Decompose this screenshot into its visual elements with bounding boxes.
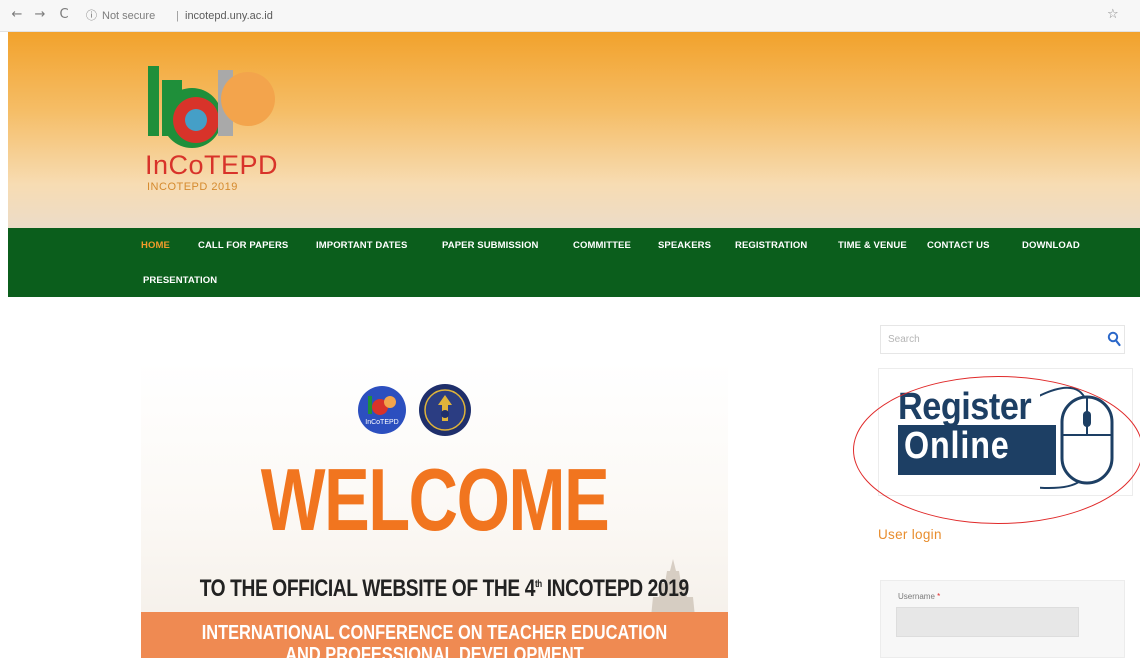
- search-placeholder: Search: [888, 334, 920, 345]
- conference-band: INTERNATIONAL CONFERENCE ON TEACHER EDUC…: [141, 612, 728, 658]
- logo-subtitle: INCOTEPD 2019: [147, 181, 238, 193]
- username-label-text: Username: [898, 592, 935, 601]
- nav-presentation[interactable]: PRESENTATION: [143, 275, 217, 286]
- site-header: InCoTEPD INCOTEPD 2019: [8, 32, 1140, 228]
- logo-title[interactable]: InCoTEPD: [145, 150, 278, 181]
- nav-speakers[interactable]: SPEAKERS: [658, 240, 711, 251]
- nav-download[interactable]: DOWNLOAD: [1022, 240, 1080, 251]
- nav-registration[interactable]: REGISTRATION: [735, 240, 807, 251]
- username-field[interactable]: [896, 607, 1079, 637]
- nav-contact-us[interactable]: CONTACT US: [927, 240, 990, 251]
- forward-icon[interactable]: →: [33, 8, 47, 22]
- search-input[interactable]: Search: [880, 325, 1125, 354]
- conference-name-line2: AND PROFESSIONAL DEVELOPMENT: [285, 644, 584, 658]
- address-separator: |: [176, 10, 179, 22]
- main-navigation: HOME CALL FOR PAPERS IMPORTANT DATES PAP…: [8, 228, 1140, 297]
- nav-home[interactable]: HOME: [141, 240, 170, 251]
- nav-time-venue[interactable]: TIME & VENUE: [838, 240, 907, 251]
- nav-committee[interactable]: COMMITTEE: [573, 240, 631, 251]
- bookmark-star-icon[interactable]: ☆: [1107, 7, 1119, 22]
- address-bar[interactable]: ⓘ Not secure | incotepd.uny.ac.id: [86, 5, 1096, 27]
- welcome-subtitle: TO THE OFFICIAL WEBSITE OF THE 4th INCOT…: [199, 575, 689, 603]
- welcome-heading: WELCOME: [260, 450, 610, 549]
- incotepd-badge-icon: InCoTEPD: [358, 386, 406, 434]
- nav-important-dates[interactable]: IMPORTANT DATES: [316, 240, 407, 251]
- search-icon[interactable]: [1107, 331, 1121, 347]
- badge-label: InCoTEPD: [365, 419, 398, 426]
- reload-icon[interactable]: C: [57, 8, 71, 22]
- info-icon[interactable]: ⓘ: [86, 5, 97, 27]
- required-mark: *: [937, 592, 941, 601]
- conference-name-line1: INTERNATIONAL CONFERENCE ON TEACHER EDUC…: [201, 622, 668, 644]
- welcome-banner: InCoTEPD WELCOME TO THE OFFICIAL WEBSITE…: [141, 361, 728, 658]
- browser-toolbar: ← → C ⓘ Not secure | incotepd.uny.ac.id …: [0, 0, 1140, 32]
- security-label: Not secure: [102, 10, 156, 22]
- username-label: Username *: [898, 592, 940, 601]
- highlight-circle: [853, 376, 1140, 524]
- login-form: Username *: [880, 580, 1125, 658]
- nav-call-for-papers[interactable]: CALL FOR PAPERS: [198, 240, 288, 251]
- nav-paper-submission[interactable]: PAPER SUBMISSION: [442, 240, 538, 251]
- user-login-heading: User login: [878, 527, 942, 542]
- subtitle-ordinal: th: [535, 579, 542, 590]
- back-icon[interactable]: ←: [10, 8, 24, 22]
- url-text[interactable]: incotepd.uny.ac.id: [185, 5, 273, 27]
- subtitle-main: TO THE OFFICIAL WEBSITE OF THE 4: [199, 575, 536, 602]
- subtitle-tail: INCOTEPD 2019: [541, 575, 689, 602]
- uny-seal-icon: [419, 384, 471, 436]
- conference-name: INTERNATIONAL CONFERENCE ON TEACHER EDUC…: [194, 622, 675, 658]
